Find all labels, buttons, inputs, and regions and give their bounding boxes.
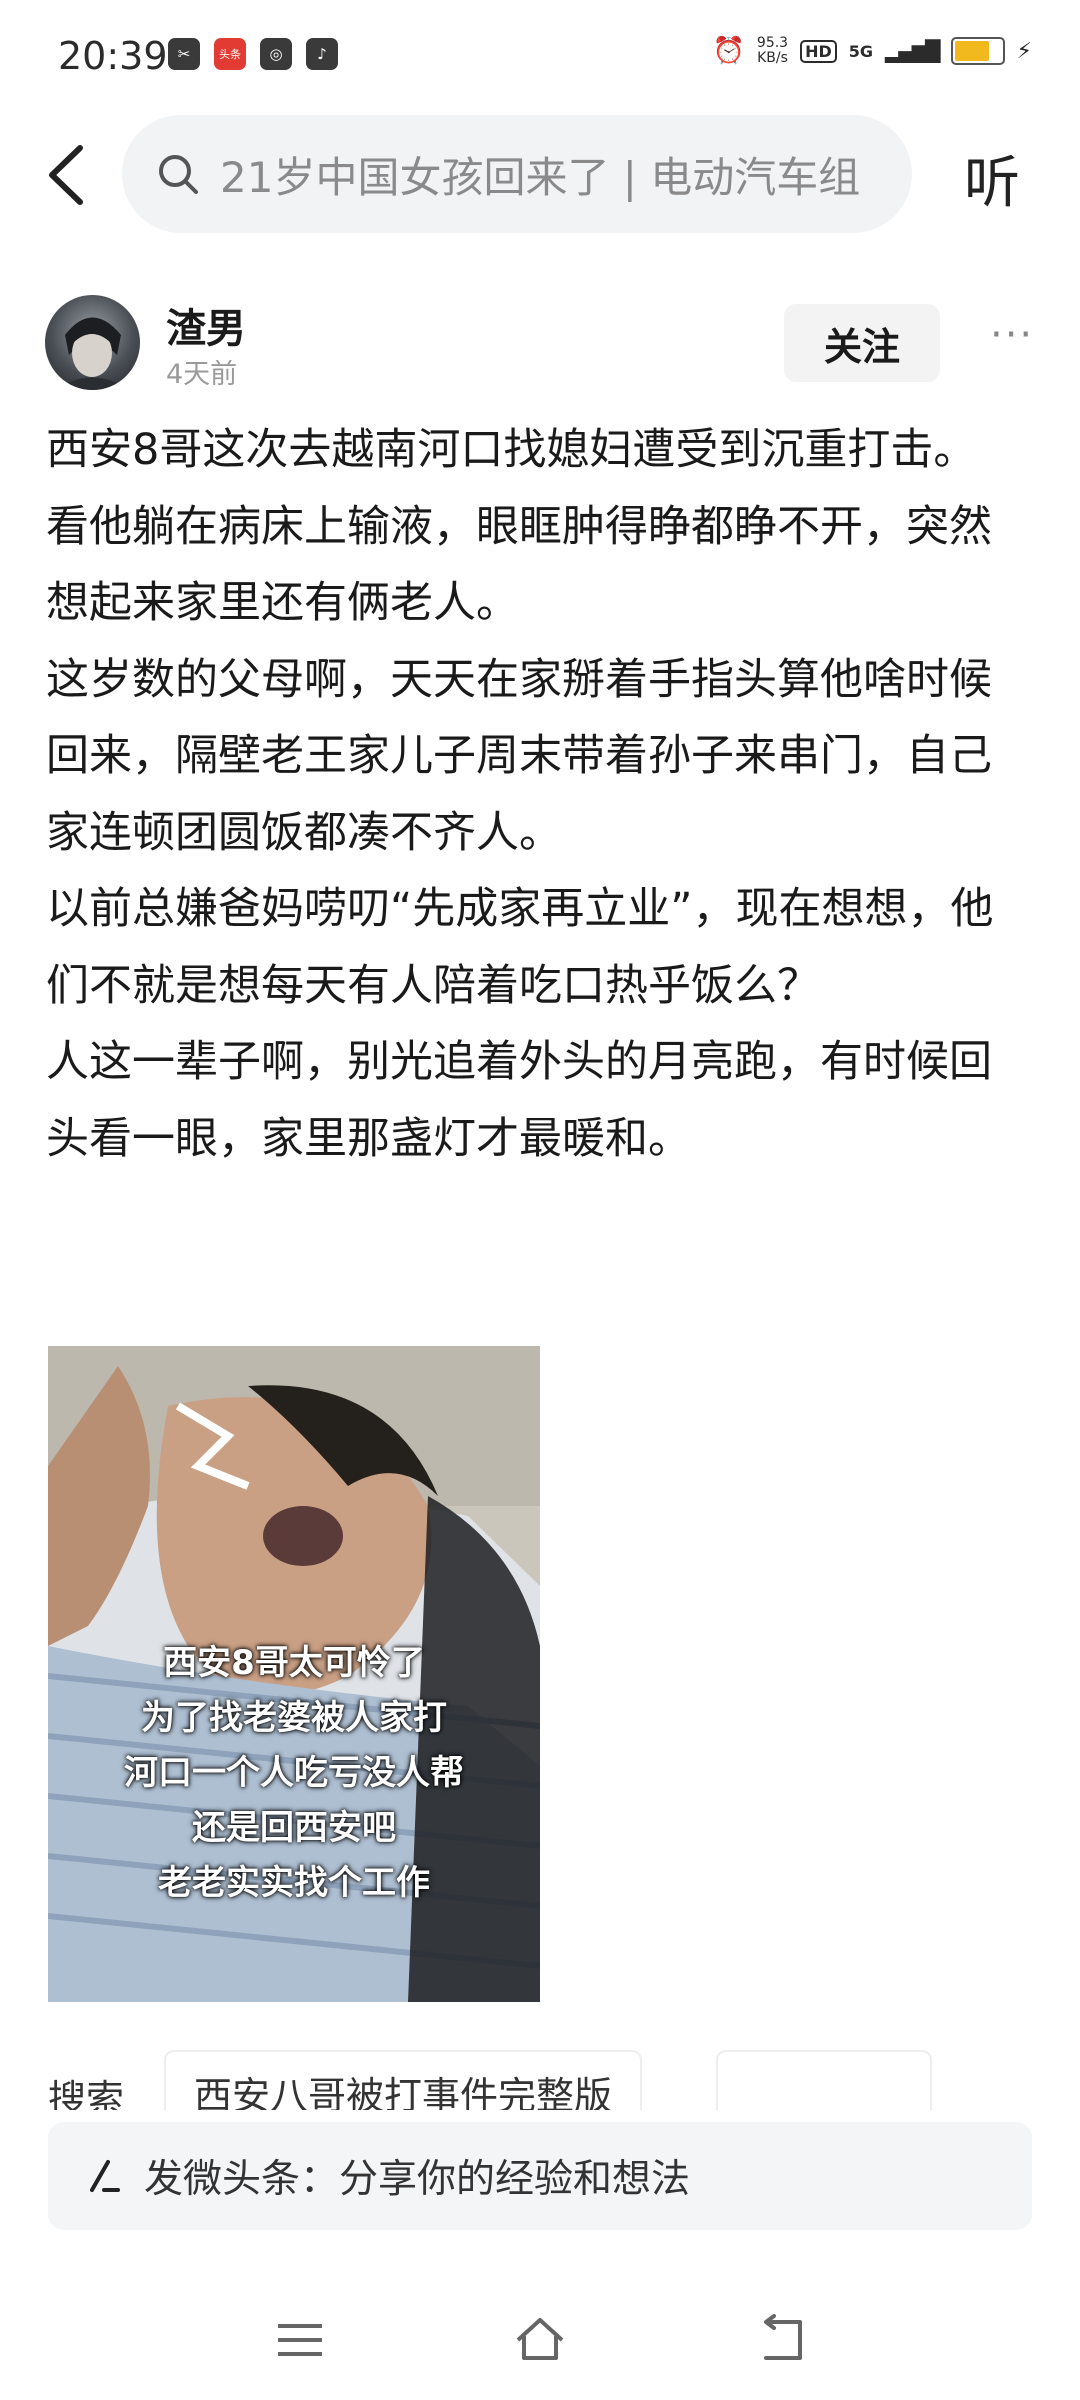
search-input[interactable]: 21岁中国女孩回来了 | 电动汽车组 xyxy=(122,115,912,233)
compose-placeholder: 发微头条：分享你的经验和想法 xyxy=(144,2157,691,2202)
author-row: 渣男 4天前 关注 ··· xyxy=(0,290,1080,400)
pen-icon xyxy=(90,2160,120,2192)
link-app-icon: ◎ xyxy=(260,38,292,70)
search-suggest-chip-2[interactable] xyxy=(716,2050,932,2110)
tiktok-app-icon: ♪ xyxy=(306,38,338,70)
top-bar: 21岁中国女孩回来了 | 电动汽车组 听 xyxy=(0,110,1080,240)
app-notification-icon: ✂ xyxy=(168,38,200,70)
back-button[interactable] xyxy=(44,140,104,210)
post-body: 西安8哥这次去越南河口找媳妇遭受到沉重打击。 看他躺在病床上输液，眼眶肿得睁都睁… xyxy=(46,412,1026,1177)
search-suggestions: 搜索 西安八哥被打事件完整版 xyxy=(0,2050,1080,2110)
status-indicators: ⏰ 95.3 KB/s HD 5G ▂▄▆█ ⚡ xyxy=(712,36,1032,67)
search-suggest-chip[interactable]: 西安八哥被打事件完整版 xyxy=(164,2050,643,2110)
toutiao-badge-text: 头条 xyxy=(219,48,241,61)
status-time: 20:39 xyxy=(58,34,168,78)
caption-line: 老老实实找个工作 xyxy=(158,1863,430,1903)
avatar[interactable] xyxy=(45,295,140,390)
network-speed-unit: KB/s xyxy=(757,50,788,66)
compose-bar[interactable]: 发微头条：分享你的经验和想法 xyxy=(48,2122,1032,2230)
alarm-icon: ⏰ xyxy=(712,36,745,66)
author-name[interactable]: 渣男 xyxy=(166,296,246,354)
toutiao-app-icon: 头条 xyxy=(214,38,246,70)
network-speed-value: 95.3 xyxy=(756,35,789,51)
post-paragraph: 看他躺在病床上输液，眼眶肿得睁都睁不开，突然想起来家里还有俩老人。 xyxy=(46,501,992,629)
caption-line: 河口一个人吃亏没人帮 xyxy=(124,1753,464,1793)
post-time: 4天前 xyxy=(166,359,238,390)
system-nav-bar xyxy=(0,2290,1080,2400)
network-type: 5G xyxy=(848,41,874,61)
search-placeholder: 21岁中国女孩回来了 | 电动汽车组 xyxy=(220,152,860,202)
network-speed: 95.3 KB/s xyxy=(757,36,788,66)
status-app-icons: ✂ 头条 ◎ ♪ xyxy=(168,38,338,70)
follow-button[interactable]: 关注 xyxy=(784,304,940,382)
charging-icon: ⚡ xyxy=(1016,38,1032,64)
search-icon xyxy=(159,155,198,194)
status-bar: 20:39 ✂ 头条 ◎ ♪ ⏰ 95.3 KB/s HD 5G ▂▄▆█ ⚡ xyxy=(0,0,1080,110)
home-nav-icon[interactable] xyxy=(510,2310,570,2370)
hd-badge: HD xyxy=(800,39,837,63)
post-paragraph: 西安8哥这次去越南河口找媳妇遭受到沉重打击。 xyxy=(46,425,977,475)
back-arrow-icon xyxy=(49,145,83,205)
caption-line: 西安8哥太可怜了 xyxy=(163,1643,425,1683)
post-paragraph: 这岁数的父母啊，天天在家掰着手指头算他啥时候回来，隔壁老王家儿子周末带着孙子来串… xyxy=(46,654,992,858)
battery-icon xyxy=(950,37,1005,65)
listen-button[interactable]: 听 xyxy=(964,138,1020,219)
avatar-image xyxy=(55,317,130,390)
signal-icon: ▂▄▆█ xyxy=(885,39,941,63)
post-paragraph: 人这一辈子啊，别光追着外头的月亮跑，有时候回头看一眼，家里那盏灯才最暖和。 xyxy=(46,1037,992,1164)
post-paragraph: 以前总嫌爸妈唠叨“先成家再立业”，现在想想，他们不就是想每天有人陪着吃口热乎饭么… xyxy=(46,884,994,1011)
post-image[interactable]: 西安8哥太可怜了 为了找老婆被人家打 河口一个人吃亏没人帮 还是回西安吧 老老实… xyxy=(48,1346,540,2002)
battery-fill xyxy=(954,41,989,61)
back-nav-icon[interactable] xyxy=(752,2310,812,2370)
more-options-button[interactable]: ··· xyxy=(990,312,1034,358)
caption-line: 还是回西安吧 xyxy=(192,1808,396,1848)
search-suggest-label: 搜索 xyxy=(48,2077,125,2110)
menu-nav-icon[interactable] xyxy=(270,2310,330,2370)
image-caption: 西安8哥太可怜了 为了找老婆被人家打 河口一个人吃亏没人帮 还是回西安吧 老老实… xyxy=(48,1636,540,1911)
caption-line: 为了找老婆被人家打 xyxy=(141,1698,447,1738)
